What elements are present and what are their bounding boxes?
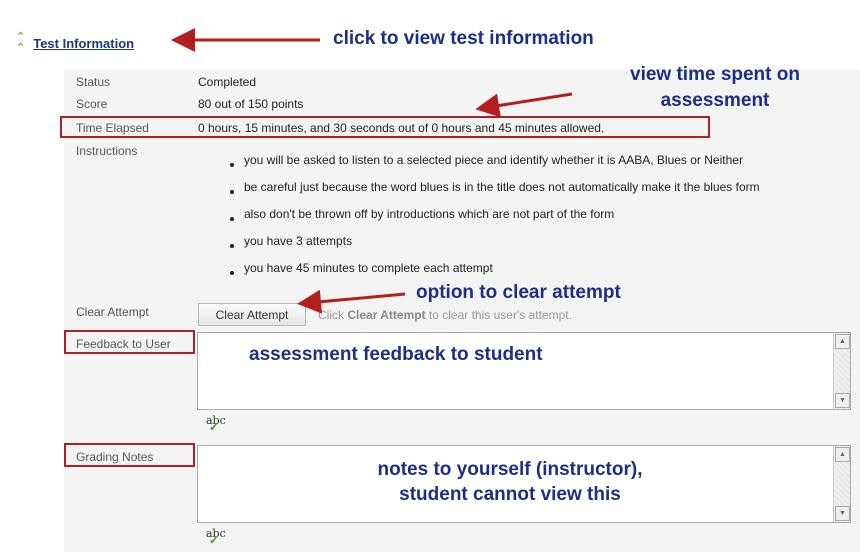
status-value: Completed — [198, 75, 257, 89]
annotation-clear: option to clear attempt — [416, 282, 621, 303]
scroll-down-icon[interactable]: ▼ — [835, 393, 850, 408]
instructions-list: you will be asked to listen to a selecte… — [230, 150, 760, 285]
help-text-prefix: Click — [318, 308, 348, 322]
list-item: you have 3 attempts — [230, 231, 760, 258]
spellcheck-icon[interactable]: abc ✓ — [206, 414, 226, 434]
score-label: Score — [76, 97, 108, 111]
annotation-time-line2: assessment — [660, 90, 770, 111]
clear-attempt-label: Clear Attempt — [76, 305, 149, 319]
spellcheck-icon[interactable]: abc ✓ — [206, 527, 226, 547]
annotation-notes-line1: notes to yourself (instructor), — [377, 459, 643, 480]
test-information-link[interactable]: Test Information — [33, 36, 134, 51]
scrollbar[interactable]: ▲ ▼ — [833, 333, 850, 409]
help-text-bold: Clear Attempt — [347, 308, 426, 322]
time-elapsed-highlight — [60, 116, 710, 138]
feedback-label-highlight — [64, 330, 195, 354]
scroll-up-icon[interactable]: ▲ — [835, 334, 850, 349]
annotation-time-line1: view time spent on — [630, 64, 800, 85]
scroll-up-icon[interactable]: ▲ — [835, 447, 850, 462]
collapse-chevron-icon[interactable]: ⌃ ⌃ — [16, 32, 25, 54]
annotation-test-info: click to view test information — [333, 28, 594, 49]
list-item: be careful just because the word blues i… — [230, 177, 760, 204]
annotation-notes-line2: student cannot view this — [399, 484, 621, 505]
scroll-down-icon[interactable]: ▼ — [835, 506, 850, 521]
check-icon: ✓ — [209, 420, 220, 434]
clear-attempt-help: Click Clear Attempt to clear this user's… — [318, 308, 572, 322]
status-label: Status — [76, 75, 111, 89]
section-header: ⌃ ⌃ Test Information — [16, 32, 134, 54]
grading-notes-highlight — [64, 443, 195, 467]
clear-attempt-button[interactable]: Clear Attempt — [198, 303, 306, 326]
list-item: also don't be thrown off by introduction… — [230, 204, 760, 231]
scrollbar[interactable]: ▲ ▼ — [833, 446, 850, 522]
instructions-label: Instructions — [76, 144, 138, 158]
list-item: you will be asked to listen to a selecte… — [230, 150, 760, 177]
score-value: 80 out of 150 points — [198, 97, 304, 111]
list-item: you have 45 minutes to complete each att… — [230, 258, 760, 285]
annotation-feedback: assessment feedback to student — [249, 344, 543, 365]
help-text-suffix: to clear this user's attempt. — [425, 308, 572, 322]
check-icon: ✓ — [209, 533, 220, 547]
